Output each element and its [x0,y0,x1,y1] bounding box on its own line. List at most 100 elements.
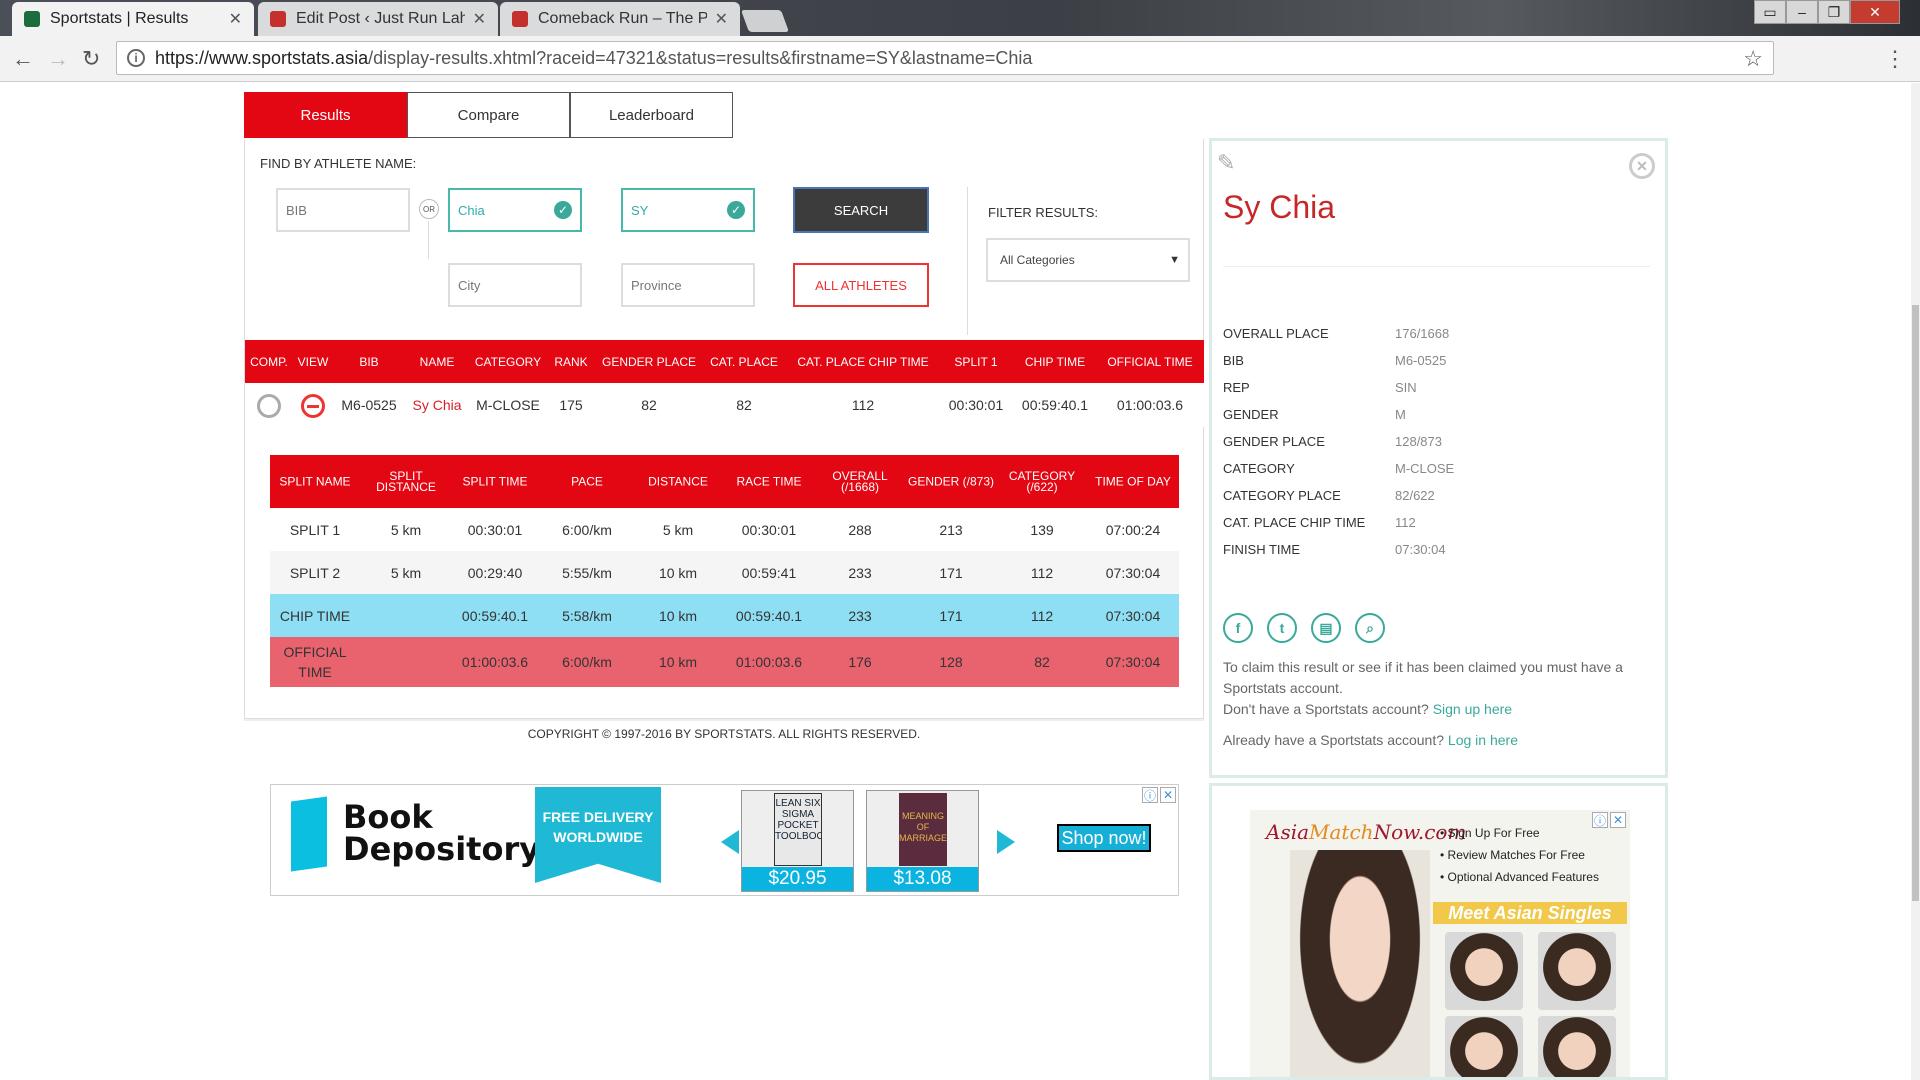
meet-singles-banner: Meet Asian Singles [1433,902,1627,924]
split-cell: 00:59:40.1 [461,607,529,624]
ad-choices[interactable]: ⓘ ✕ [1592,812,1626,828]
table-row[interactable]: M6-0525 Sy Chia M-CLOSE 175 82 82 112 00… [245,383,1204,427]
book-depository-logo: Book Depository [343,801,540,865]
page-scrollbar[interactable] [1911,83,1920,1080]
twitter-icon[interactable]: t [1267,613,1297,643]
shop-now-button[interactable]: Shop now! [1057,824,1151,852]
scrollbar-thumb[interactable] [1912,305,1919,901]
row-cat-place-chip-time: 112 [851,397,875,413]
category-select[interactable]: All Categories ▼ [986,238,1190,282]
detail-value: M6-0525 [1395,353,1447,368]
row-chip-time: 00:59:40.1 [1021,397,1089,413]
detail-value: M-CLOSE [1395,461,1455,476]
search-button[interactable]: SEARCH [793,187,929,233]
facebook-icon[interactable]: f [1223,613,1253,643]
adchoices-icon[interactable]: ⓘ [1592,812,1608,828]
adchoices-icon[interactable]: ⓘ [1142,787,1158,803]
close-card-icon[interactable]: ✕ [1629,153,1655,179]
tab-title: Comeback Run – The Personal [538,10,707,27]
minimize-icon[interactable]: – [1786,0,1818,24]
collapse-minus-icon[interactable] [301,394,325,418]
login-line: Already have a Sportstats account? Log i… [1223,732,1518,748]
bullet-text: Optional Advanced Features [1447,870,1599,884]
row-athlete-name-link[interactable]: Sy Chia [412,397,461,413]
browser-tab-sportstats[interactable]: Sportstats | Results ✕ [12,2,254,36]
maximize-icon[interactable]: ❐ [1818,0,1850,24]
profile-photo [1538,932,1616,1010]
detail-value: M [1395,407,1406,422]
carousel-next-icon[interactable] [997,830,1015,854]
compare-radio[interactable] [257,394,281,418]
close-tab-icon[interactable]: ✕ [715,9,728,29]
login-link[interactable]: Log in here [1448,732,1518,748]
row-category: M-CLOSE [476,397,540,413]
split-cell: 233 [848,564,872,581]
col-overall: OVERALL (/1668) [832,470,887,493]
menu-icon[interactable]: ⋮ [1884,46,1906,72]
reload-icon[interactable]: ↻ [82,46,100,72]
user-profile-icon[interactable]: ▭ [1754,0,1786,24]
splits-table-header: SPLIT NAME SPLIT DISTANCE SPLIT TIME PACE… [270,455,1179,508]
forward-icon[interactable]: → [47,46,69,72]
check-icon: ✓ [727,201,745,219]
book-depository-ad[interactable]: Book Depository FREE DELIVERY WORLDWIDE LE… [270,784,1179,896]
col-chip-time: CHIP TIME [1024,355,1086,369]
filter-divider [967,187,968,335]
split-cell: 07:00:24 [1105,521,1161,538]
address-bar[interactable]: i https://www.sportstats.asia/display-re… [116,41,1774,75]
row-cat-place: 82 [736,397,752,413]
or-divider [428,221,429,259]
signup-line: Don't have a Sportstats account? Sign up… [1223,699,1653,720]
split-cell: 171 [939,607,963,624]
ad-choices[interactable]: ⓘ ✕ [1142,787,1176,803]
profile-photo [1538,1016,1616,1077]
close-tab-icon[interactable]: ✕ [229,9,242,29]
all-athletes-button[interactable]: ALL ATHLETES [793,263,929,307]
ad-bullet: • Sign Up For Free [1440,826,1540,840]
header-line: DISTANCE [376,479,436,494]
firstname-input[interactable]: SY ✓ [621,188,755,232]
tab-title: Sportstats | Results [50,10,189,27]
split-cell: 10 km [658,564,698,581]
book-card-lean-six-sigma[interactable]: LEAN SIX SIGMA POCKET TOOLBOOK $20.95 [741,790,854,892]
back-icon[interactable]: ← [12,46,34,72]
lastname-value: Chia [458,202,485,218]
col-distance: DISTANCE [648,474,708,488]
split-cell: 288 [848,521,872,538]
window-close-icon[interactable]: ✕ [1850,0,1900,24]
find-by-name-label: FIND BY ATHLETE NAME: [260,156,417,171]
detail-label: CAT. PLACE CHIP TIME [1223,515,1366,530]
edit-pencil-icon[interactable]: ✎ [1217,150,1235,176]
close-tab-icon[interactable]: ✕ [473,9,486,29]
province-input[interactable]: Province [621,263,755,307]
document-icon[interactable]: ▤ [1311,613,1341,643]
info-icon[interactable]: i [127,49,145,67]
split-cell: 82 [1034,654,1050,670]
signup-prompt: Don't have a Sportstats account? [1223,701,1429,717]
new-tab-button[interactable] [740,10,790,32]
share-icons: f t ▤ ⌕ [1223,613,1385,643]
ad-close-icon[interactable]: ✕ [1160,787,1176,803]
bib-input[interactable]: BIB [276,188,410,232]
browser-tab-comeback-run[interactable]: Comeback Run – The Personal ✕ [500,2,740,36]
tab-results[interactable]: Results [244,92,407,138]
city-input[interactable]: City [448,263,582,307]
carousel-prev-icon[interactable] [721,830,739,854]
search-icon[interactable]: ⌕ [1355,613,1385,643]
detail-value: 128/873 [1395,434,1442,449]
detail-label: CATEGORY PLACE [1223,488,1341,503]
browser-tabbar: Sportstats | Results ✕ Edit Post ‹ Just … [0,0,1920,36]
browser-tab-edit-post[interactable]: Edit Post ‹ Just Run Lah! — W ✕ [258,2,498,36]
split-cell: SPLIT 1 [289,521,341,538]
detail-label: OVERALL PLACE [1223,326,1329,341]
ad-close-icon[interactable]: ✕ [1610,812,1626,828]
table-row: SPLIT 1 5 km 00:30:01 6:00/km 5 km 00:30:01 28… [270,508,1179,551]
star-icon[interactable]: ☆ [1743,46,1763,72]
lastname-input[interactable]: Chia ✓ [448,188,582,232]
book-card-meaning-of-marriage[interactable]: MEANING OF MARRIAGE $13.08 [866,790,979,892]
window-controls: ▭ – ❐ ✕ [1754,0,1900,24]
tab-compare[interactable]: Compare [407,92,570,138]
tab-leaderboard[interactable]: Leaderboard [570,92,733,138]
signup-link[interactable]: Sign up here [1433,701,1512,717]
asiamatchnow-ad[interactable]: AsiaMatchNow.com • Sign Up For Free • Re… [1209,783,1668,1080]
